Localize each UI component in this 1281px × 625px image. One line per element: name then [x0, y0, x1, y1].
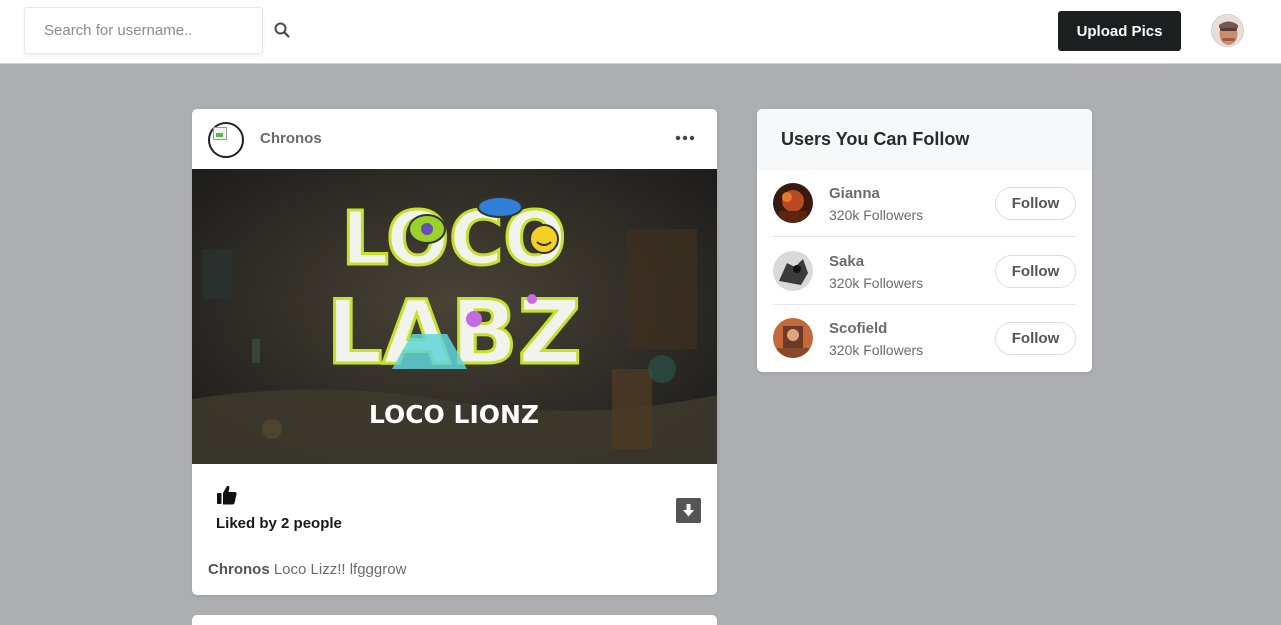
user-photo — [773, 183, 813, 223]
suggested-user-row: Saka 320k Followers Follow — [773, 238, 1076, 305]
suggested-user-row: Scofield 320k Followers Follow — [773, 305, 1076, 372]
avatar[interactable] — [773, 318, 813, 358]
suggestions-header: Users You Can Follow — [757, 109, 1092, 170]
download-icon[interactable] — [676, 498, 701, 523]
like-count: Liked by 2 people — [216, 515, 342, 532]
thumbs-up-icon[interactable] — [216, 484, 238, 506]
suggested-username[interactable]: Gianna — [829, 185, 880, 202]
logo-subtitle: LOCO LIONZ — [369, 400, 539, 429]
follow-button[interactable]: Follow — [995, 255, 1076, 288]
top-navbar: Upload Pics — [0, 0, 1281, 64]
broken-image-icon — [213, 127, 227, 140]
suggested-username[interactable]: Scofield — [829, 320, 887, 337]
caption-username[interactable]: Chronos — [208, 561, 270, 578]
avatar[interactable] — [1211, 14, 1244, 47]
upload-pics-button[interactable]: Upload Pics — [1058, 11, 1181, 51]
user-photo — [773, 318, 813, 358]
avatar[interactable] — [773, 251, 813, 291]
avatar[interactable] — [773, 183, 813, 223]
user-photo — [773, 251, 813, 291]
follower-count: 320k Followers — [829, 207, 924, 223]
follow-button[interactable]: Follow — [995, 322, 1076, 355]
suggestions-title: Users You Can Follow — [781, 129, 970, 149]
post-card — [192, 615, 717, 625]
post-card: Chronos LOCO LABZ LOCO LIONZ Liked by 2 … — [192, 109, 717, 595]
more-dots-icon[interactable] — [674, 127, 696, 149]
suggestions-card: Users You Can Follow Gianna 320k Followe… — [757, 109, 1092, 372]
user-avatar-image — [1212, 15, 1243, 46]
follow-button[interactable]: Follow — [995, 187, 1076, 220]
caption-text: Loco Lizz!! lfgggrow — [273, 561, 407, 578]
post-author-avatar[interactable] — [208, 122, 244, 158]
suggested-user-row: Gianna 320k Followers Follow — [773, 170, 1076, 237]
follower-count: 320k Followers — [829, 342, 924, 358]
post-username[interactable]: Chronos — [260, 130, 322, 147]
loco-labz-logo: LOCO LABZ — [325, 195, 583, 386]
post-caption: Chronos Loco Lizz!! lfgggrow — [208, 561, 406, 578]
post-header: Chronos — [192, 109, 717, 169]
search-input[interactable] — [24, 7, 263, 54]
search-icon[interactable] — [274, 22, 290, 38]
follower-count: 320k Followers — [829, 275, 924, 291]
post-image[interactable]: LOCO LABZ LOCO LIONZ — [192, 169, 717, 464]
suggested-username[interactable]: Saka — [829, 253, 864, 270]
